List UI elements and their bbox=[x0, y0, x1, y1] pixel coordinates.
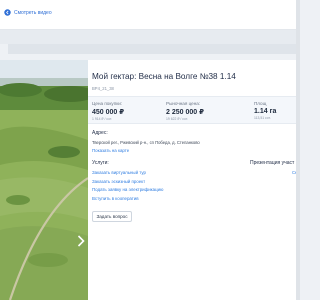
address-label: Адрес: bbox=[92, 130, 108, 136]
header-band bbox=[0, 30, 300, 44]
listing-photo[interactable] bbox=[0, 60, 88, 300]
price-per-unit: 1 914 ₽ / сот. bbox=[92, 117, 113, 121]
landscape-photo bbox=[0, 60, 88, 300]
price-purchase: Цена покупки: 450 000 ₽ 1 914 ₽ / сот. bbox=[92, 101, 124, 121]
price-label: Рыночная цена: bbox=[166, 101, 201, 106]
price-value: 450 000 ₽ bbox=[92, 109, 125, 116]
price-value: 2 250 000 ₽ bbox=[166, 109, 204, 116]
window-edge bbox=[296, 0, 300, 300]
services-label: Услуги: bbox=[92, 160, 109, 166]
chevron-right-icon bbox=[77, 235, 85, 247]
listing-code: ВР4_21_38 bbox=[92, 86, 114, 91]
arrow-left-icon bbox=[4, 9, 11, 16]
listing-title: Мой гектар: Весна на Волге №38 1.14 bbox=[92, 72, 236, 81]
price-label: Цена покупки: bbox=[92, 101, 123, 106]
address-text: Тверской рег., Ржевский р-н., сп Победа,… bbox=[92, 140, 200, 145]
services-list: Заказать виртуальный тур Заказать эскизн… bbox=[92, 170, 163, 204]
service-link-cooperative[interactable]: Вступить в кооператив bbox=[92, 196, 163, 201]
back-link[interactable]: Смотреть видео bbox=[4, 9, 52, 16]
back-link-label: Смотреть видео bbox=[14, 9, 52, 16]
price-label: Площ bbox=[254, 101, 267, 106]
header-band-inner bbox=[8, 44, 300, 54]
photo-next-button[interactable] bbox=[75, 234, 87, 248]
price-value: 1.14 га bbox=[254, 108, 277, 115]
price-market: Рыночная цена: 2 250 000 ₽ 19 622 ₽ / со… bbox=[166, 101, 204, 121]
service-link-virtual-tour[interactable]: Заказать виртуальный тур bbox=[92, 170, 163, 175]
price-per-unit: 19 622 ₽ / сот. bbox=[166, 117, 188, 121]
service-link-electrification[interactable]: Подать заявку на электрификацию bbox=[92, 187, 163, 192]
show-on-map-link[interactable]: Показать на карте bbox=[92, 148, 129, 153]
price-panel: Цена покупки: 450 000 ₽ 1 914 ₽ / сот. Р… bbox=[88, 96, 300, 124]
price-area: Площ 1.14 га 113,51 сот. bbox=[254, 101, 276, 120]
presentation-label: Презентация участ bbox=[250, 160, 295, 166]
ask-question-button[interactable]: Задать вопрос bbox=[92, 211, 132, 222]
listing-card: Мой гектар: Весна на Волге №38 1.14 ВР4_… bbox=[88, 60, 300, 300]
service-link-sketch-project[interactable]: Заказать эскизный проект bbox=[92, 179, 163, 184]
top-bar: Смотреть видео bbox=[0, 0, 300, 30]
price-per-unit: 113,51 сот. bbox=[254, 116, 271, 120]
